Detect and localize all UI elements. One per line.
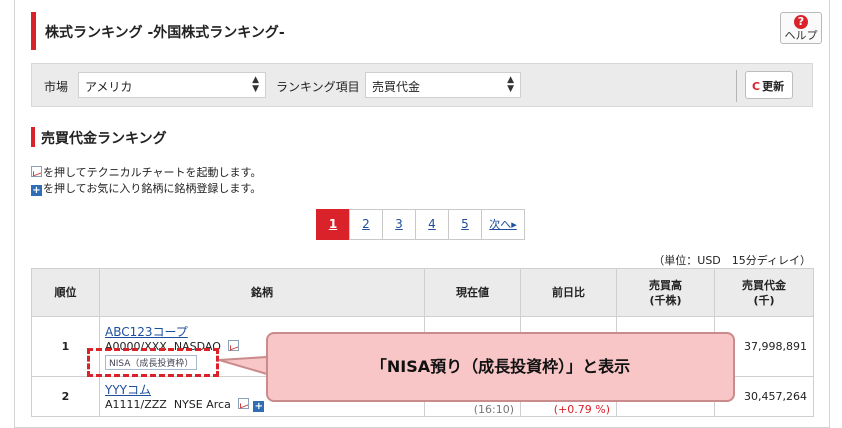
content-frame: 株式ランキング -外国株式ランキング- ? ヘルプ 市場 アメリカ ▲ ▼ ランキ… bbox=[14, 0, 830, 428]
annotation-callout: 「NISA預り（成長投資枠）」と表示 bbox=[266, 332, 735, 402]
